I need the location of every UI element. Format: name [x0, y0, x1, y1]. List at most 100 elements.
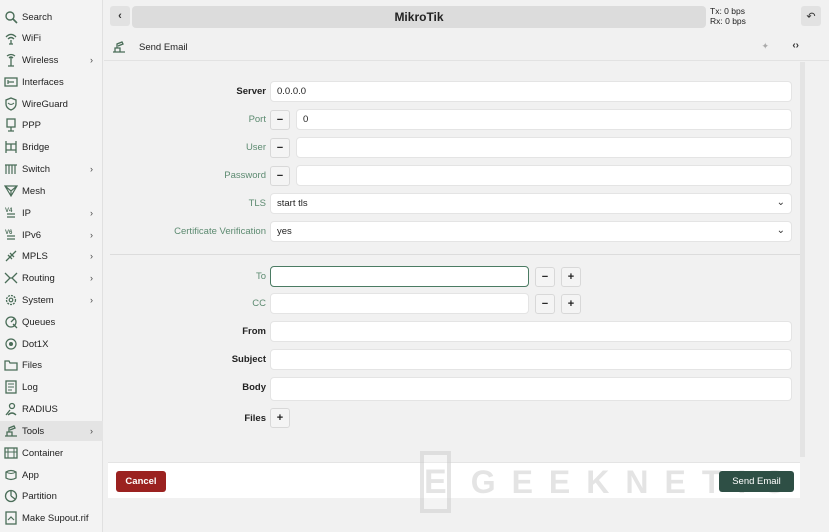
- tls-label: TLS: [248, 198, 266, 209]
- sidebar-item-label: Queues: [22, 316, 56, 328]
- undo-button[interactable]: ↶: [801, 6, 821, 26]
- sidebar-item-label: Bridge: [22, 141, 50, 153]
- window-header: Send Email ✦ ‹›: [104, 34, 829, 61]
- send-email-button[interactable]: Send Email: [719, 471, 794, 492]
- tls-row: TLS start tls ⌄: [104, 193, 804, 215]
- sidebar-item-container[interactable]: Container: [0, 443, 103, 463]
- sidebar-item-queues[interactable]: Queues: [0, 312, 103, 332]
- ip-icon: V4: [4, 206, 18, 220]
- port-label: Port: [248, 114, 266, 125]
- sidebar-item-ip[interactable]: V4 IP ›: [0, 203, 103, 223]
- sidebar-item-switch[interactable]: Switch ›: [0, 159, 103, 179]
- password-label: Password: [224, 170, 266, 181]
- sidebar-item-routing[interactable]: Routing ›: [0, 268, 103, 288]
- sidebar-item-make-supout-rif[interactable]: Make Supout.rif: [0, 508, 103, 528]
- cc-add-button[interactable]: +: [561, 294, 581, 314]
- code-view-icon[interactable]: ‹›: [792, 40, 799, 51]
- sidebar-item-log[interactable]: Log: [0, 377, 103, 397]
- app-icon: [4, 468, 18, 482]
- sidebar-item-bridge[interactable]: Bridge: [0, 137, 103, 157]
- files-row: Files +: [104, 408, 804, 430]
- radius-icon: [4, 402, 18, 416]
- server-input[interactable]: 0.0.0.0: [270, 81, 792, 102]
- cert-row: Certificate Verification yes ⌄: [104, 221, 804, 243]
- sidebar-item-files[interactable]: Files: [0, 355, 103, 375]
- cancel-button[interactable]: Cancel: [116, 471, 166, 492]
- sidebar-item-mesh[interactable]: Mesh: [0, 181, 103, 201]
- user-remove-button[interactable]: −: [270, 138, 290, 158]
- sidebar-item-dot1x[interactable]: Dot1X: [0, 334, 103, 354]
- cert-value: yes: [277, 226, 292, 237]
- sidebar-item-partition[interactable]: Partition: [0, 486, 103, 506]
- log-icon: [4, 380, 18, 394]
- rx-rate: Rx: 0 bps: [710, 16, 746, 26]
- svg-text:V4: V4: [5, 208, 13, 214]
- tx-rate: Tx: 0 bps: [710, 6, 745, 16]
- sidebar-item-ppp[interactable]: PPP: [0, 115, 103, 135]
- cc-row: CC − +: [104, 293, 804, 315]
- footer-bar: E GEEKNETIC Cancel Send Email: [108, 451, 800, 513]
- ipv6-icon: V6: [4, 228, 18, 242]
- sidebar-item-label: Interfaces: [22, 76, 64, 88]
- sidebar-item-wireguard[interactable]: WireGuard: [0, 94, 103, 114]
- cert-select[interactable]: yes ⌄: [270, 221, 792, 242]
- chevron-right-icon: ›: [90, 273, 93, 283]
- files-label: Files: [244, 413, 266, 424]
- files-add-button[interactable]: +: [270, 408, 290, 428]
- window-title: Send Email: [139, 42, 188, 53]
- sidebar-item-wifi[interactable]: WiFi: [0, 28, 103, 48]
- chevron-down-icon: ⌄: [776, 225, 785, 236]
- sidebar-item-label: PPP: [22, 119, 42, 131]
- password-remove-button[interactable]: −: [270, 166, 290, 186]
- sidebar-item-ipv6[interactable]: V6 IPv6 ›: [0, 225, 103, 245]
- to-remove-button[interactable]: −: [535, 267, 555, 287]
- sidebar-item-label: Search: [22, 11, 53, 23]
- sidebar-item-label: Log: [22, 381, 38, 393]
- section-divider: [110, 254, 800, 255]
- send-email-form: Server 0.0.0.0 Port − 0 User − Password …: [104, 62, 804, 457]
- sidebar-item-app[interactable]: App: [0, 465, 103, 485]
- chevron-right-icon: ›: [90, 208, 93, 218]
- watermark-box: E: [420, 451, 451, 513]
- port-input[interactable]: 0: [296, 109, 792, 130]
- sidebar-item-radius[interactable]: RADIUS: [0, 399, 103, 419]
- back-button[interactable]: ‹: [110, 6, 130, 26]
- sidebar-item-mpls[interactable]: MPLS ›: [0, 246, 103, 266]
- to-row: To − +: [104, 266, 804, 288]
- to-add-button[interactable]: +: [561, 267, 581, 287]
- form-scrollbar[interactable]: [800, 62, 805, 457]
- body-textarea[interactable]: [270, 377, 792, 401]
- subject-input[interactable]: [270, 349, 792, 370]
- sidebar-item-interfaces[interactable]: Interfaces: [0, 72, 103, 92]
- cc-remove-button[interactable]: −: [535, 294, 555, 314]
- shield-icon: [4, 97, 18, 111]
- port-remove-button[interactable]: −: [270, 110, 290, 130]
- sidebar-item-search[interactable]: Search: [0, 7, 103, 27]
- sidebar-item-label: System: [22, 294, 54, 306]
- sidebar-item-system[interactable]: System ›: [0, 290, 103, 310]
- user-label: User: [245, 142, 266, 153]
- sidebar-item-tools[interactable]: Tools ›: [0, 421, 103, 441]
- top-bar: ‹ MikroTik Tx: 0 bps Rx: 0 bps ↶: [104, 0, 829, 33]
- user-row: User −: [104, 137, 804, 159]
- cc-input[interactable]: [270, 293, 529, 314]
- chevron-right-icon: ›: [90, 230, 93, 240]
- user-input[interactable]: [296, 137, 792, 158]
- from-label: From: [242, 326, 266, 337]
- server-row: Server 0.0.0.0: [104, 81, 804, 103]
- pin-icon[interactable]: ✦: [761, 41, 769, 52]
- from-input[interactable]: [270, 321, 792, 342]
- port-row: Port − 0: [104, 109, 804, 131]
- password-input[interactable]: [296, 165, 792, 186]
- interfaces-icon: [4, 75, 18, 89]
- sidebar-item-label: Files: [22, 359, 43, 371]
- sidebar-item-label: Wireless: [22, 54, 59, 66]
- sidebar: Search WiFi Wireless › Interfaces WireGuard PP…: [0, 0, 103, 532]
- sidebar-item-wireless[interactable]: Wireless ›: [0, 50, 103, 70]
- to-input[interactable]: [270, 266, 529, 287]
- sidebar-item-label: Mesh: [22, 185, 46, 197]
- sidebar-item-label: Partition: [22, 490, 57, 502]
- device-title: MikroTik: [132, 6, 706, 28]
- folder-icon: [4, 358, 18, 372]
- tls-select[interactable]: start tls ⌄: [270, 193, 792, 214]
